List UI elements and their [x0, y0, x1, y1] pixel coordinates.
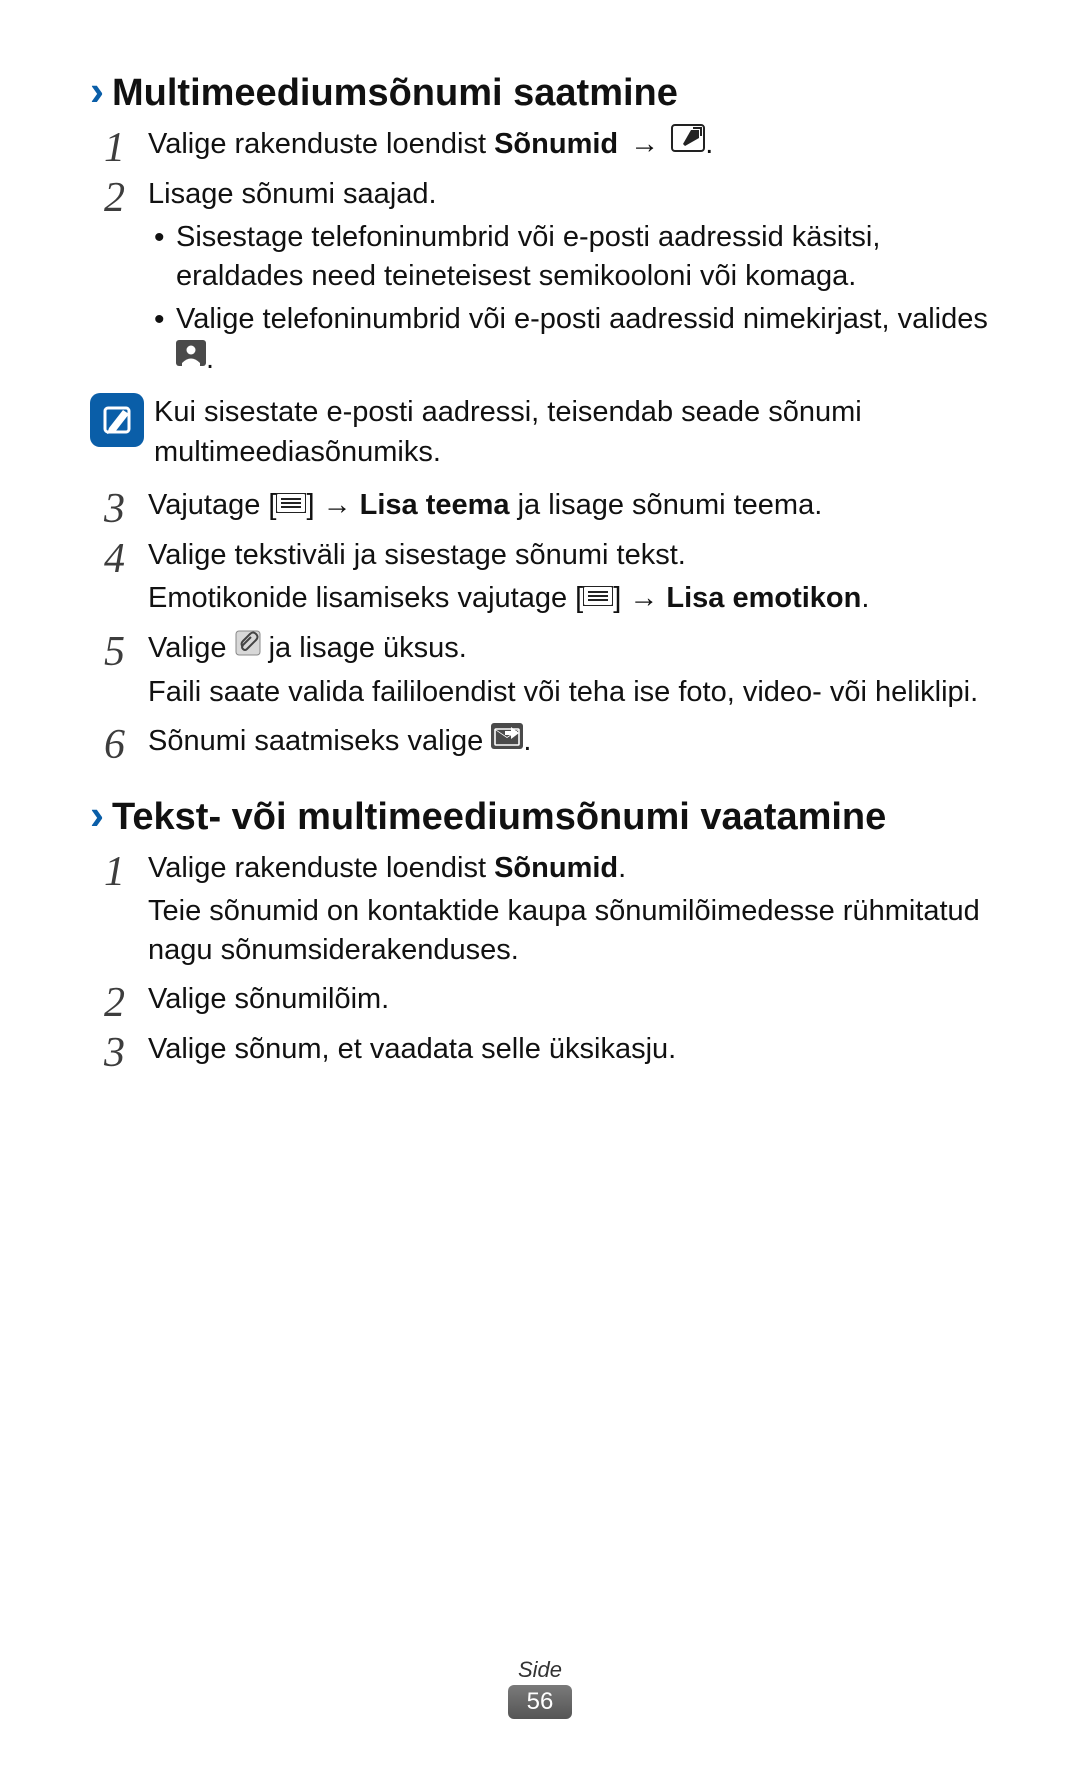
page-footer: Side 56	[0, 1657, 1080, 1719]
step-number: 6	[104, 722, 148, 766]
text: Vajutage [	[148, 489, 276, 521]
step-4: 4 Valige tekstiväli ja sisestage sõnumi …	[104, 536, 990, 623]
text: .	[206, 343, 214, 375]
note-row: Kui sisestate e-posti aadressi, teisenda…	[90, 393, 990, 471]
text: Valige tekstiväli ja sisestage sõnumi te…	[148, 536, 990, 575]
text: Lisage sõnumi saajad.	[148, 175, 990, 214]
step-text: Valige rakenduste loendist Sõnumid. Teie…	[148, 849, 990, 974]
contact-icon	[176, 338, 206, 377]
step-number: 1	[104, 125, 148, 169]
list-item: Valige telefoninumbrid või e-posti aadre…	[148, 300, 990, 379]
text-line: Valige ja lisage üksus.	[148, 629, 990, 669]
step-number: 3	[104, 486, 148, 530]
section-heading-view-message: › Tekst- või multimeediumsõnumi vaatamin…	[90, 794, 990, 839]
step-text: Sõnumi saatmiseks valige .	[148, 722, 990, 766]
text: .	[523, 725, 531, 757]
text-line: Valige rakenduste loendist Sõnumid.	[148, 849, 990, 888]
manual-page: › Multimeediumsõnumi saatmine 1 Valige r…	[0, 0, 1080, 1771]
step-1: 1 Valige rakenduste loendist Sõnumid → .	[104, 125, 990, 169]
page-number: 56	[508, 1685, 572, 1719]
step-6: 6 Sõnumi saatmiseks valige .	[104, 722, 990, 766]
step-number: 1	[104, 849, 148, 974]
text: Valige rakenduste loendist	[148, 128, 494, 160]
note-text: Kui sisestate e-posti aadressi, teisenda…	[148, 393, 990, 471]
step-number: 2	[104, 980, 148, 1024]
step-2: 2 Valige sõnumilõim.	[104, 980, 990, 1024]
text: ] →	[306, 489, 359, 521]
attach-icon	[235, 628, 261, 667]
text: Valige rakenduste loendist	[148, 852, 494, 884]
bold-text: Lisa teema	[360, 489, 510, 521]
bold-text: Sõnumid	[494, 128, 618, 160]
text: Faili saate valida faililoendist või teh…	[148, 673, 990, 712]
section-heading-mms-send: › Multimeediumsõnumi saatmine	[90, 70, 990, 115]
compose-icon	[671, 124, 705, 163]
bold-text: Sõnumid	[494, 852, 618, 884]
text: Valige	[148, 632, 235, 664]
text: .	[705, 128, 713, 160]
step-2: 2 Lisage sõnumi saajad. Sisestage telefo…	[104, 175, 990, 383]
note-icon	[90, 393, 144, 447]
chevron-icon: ›	[90, 794, 104, 836]
send-icon	[491, 721, 523, 760]
bullet-list: Sisestage telefoninumbrid või e-posti aa…	[148, 218, 990, 379]
text: ja lisage sõnumi teema.	[510, 489, 823, 521]
chevron-icon: ›	[90, 70, 104, 112]
section-title: Tekst- või multimeediumsõnumi vaatamine	[112, 796, 886, 839]
text: Teie sõnumid on kontaktide kaupa sõnumil…	[148, 892, 990, 970]
menu-icon	[276, 485, 306, 524]
step-5: 5 Valige ja lisage üksus. Faili saate va…	[104, 629, 990, 716]
text: Valige telefoninumbrid või e-posti aadre…	[176, 303, 988, 335]
note-icon-wrap	[90, 393, 148, 471]
text: Emotikonide lisamiseks vajutage [	[148, 582, 583, 614]
text: ] →	[613, 582, 666, 614]
step-number: 2	[104, 175, 148, 383]
text-line: Emotikonide lisamiseks vajutage [ ] → Lis…	[148, 579, 990, 619]
text: ja lisage üksus.	[261, 632, 467, 664]
footer-label: Side	[0, 1657, 1080, 1683]
step-number: 4	[104, 536, 148, 623]
step-text: Valige ja lisage üksus. Faili saate vali…	[148, 629, 990, 716]
step-text: Valige tekstiväli ja sisestage sõnumi te…	[148, 536, 990, 623]
text: .	[861, 582, 869, 614]
step-3: 3 Vajutage [ ] → Lisa teema ja lisage sõn…	[104, 486, 990, 530]
step-number: 5	[104, 629, 148, 716]
step-text: Valige sõnumilõim.	[148, 980, 990, 1024]
step-text: Valige rakenduste loendist Sõnumid → .	[148, 125, 990, 169]
step-text: Vajutage [ ] → Lisa teema ja lisage sõnum…	[148, 486, 990, 530]
menu-icon	[583, 578, 613, 617]
step-3: 3 Valige sõnum, et vaadata selle üksikas…	[104, 1030, 990, 1074]
text: .	[618, 852, 626, 884]
step-text: Lisage sõnumi saajad. Sisestage telefoni…	[148, 175, 990, 383]
bold-text: Lisa emotikon	[666, 582, 861, 614]
section-title: Multimeediumsõnumi saatmine	[112, 72, 678, 115]
step-text: Valige sõnum, et vaadata selle üksikasju…	[148, 1030, 990, 1074]
list-item: Sisestage telefoninumbrid või e-posti aa…	[148, 218, 990, 296]
step-1: 1 Valige rakenduste loendist Sõnumid. Te…	[104, 849, 990, 974]
text: Sõnumi saatmiseks valige	[148, 725, 491, 757]
step-number: 3	[104, 1030, 148, 1074]
arrow-text: →	[618, 128, 671, 160]
